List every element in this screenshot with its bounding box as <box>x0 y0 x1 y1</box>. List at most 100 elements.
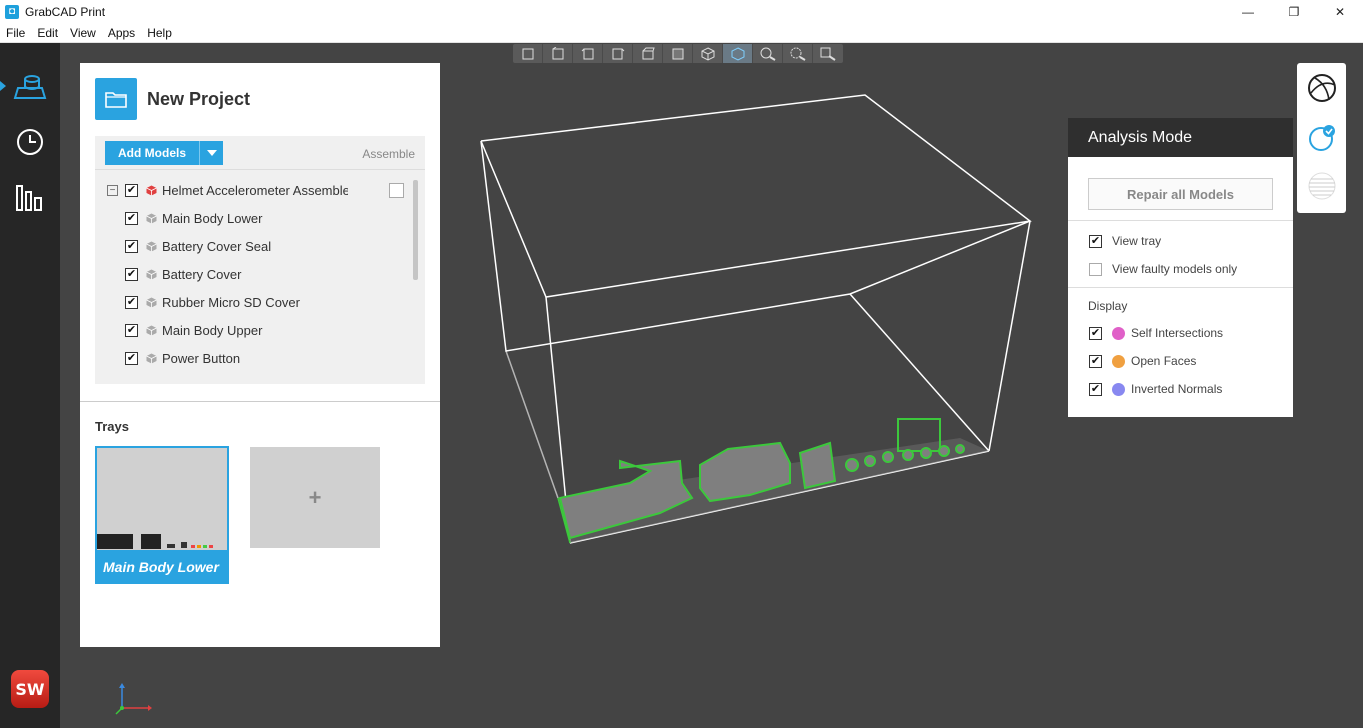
model-checkbox[interactable]: ✔ <box>125 211 138 225</box>
list-item[interactable]: ✔ Main Body Lower <box>95 204 413 232</box>
view-right-icon[interactable] <box>603 44 633 63</box>
view-front-icon[interactable] <box>513 44 543 63</box>
maximize-button[interactable]: ❐ <box>1271 0 1317 23</box>
view-tray-checkbox[interactable]: ✔ <box>1089 234 1102 248</box>
menu-bar: File Edit View Apps Help <box>0 23 1363 43</box>
tray-thumbnail-image <box>97 534 213 549</box>
assembly-select-checkbox[interactable] <box>389 183 404 198</box>
materials-sphere-icon[interactable] <box>1297 65 1346 111</box>
list-item[interactable]: ✔ Rubber Micro SD Cover <box>95 288 413 316</box>
analysis-title-text: Analysis Mode <box>1088 128 1193 146</box>
analysis-check-icon[interactable] <box>1297 115 1346 161</box>
trays-title: Trays <box>95 419 129 434</box>
minimize-button[interactable]: — <box>1225 0 1271 23</box>
open-faces-option[interactable]: ✔ Open Faces <box>1089 354 1196 368</box>
add-tray-button[interactable]: + <box>250 447 380 548</box>
assemble-button[interactable]: Assemble <box>362 147 415 161</box>
printer-tray-icon[interactable] <box>0 65 60 107</box>
view-iso-icon[interactable] <box>693 44 723 63</box>
title-bar: ◘ GrabCAD Print — ❐ ✕ <box>0 0 1363 23</box>
self-intersections-checkbox[interactable]: ✔ <box>1089 326 1102 340</box>
window-controls: — ❐ ✕ <box>1225 0 1363 23</box>
tray-label: Main Body Lower <box>103 559 219 575</box>
repair-all-models-button[interactable]: Repair all Models <box>1088 178 1273 210</box>
view-top-icon[interactable] <box>633 44 663 63</box>
open-faces-checkbox[interactable]: ✔ <box>1089 354 1102 368</box>
collapse-icon[interactable]: − <box>107 184 118 196</box>
model-cube-icon <box>146 269 157 279</box>
window-title: GrabCAD Print <box>25 4 106 19</box>
queue-bars-icon[interactable] <box>0 177 60 219</box>
analysis-divider <box>1068 287 1293 288</box>
list-item[interactable]: ✔ Battery Cover <box>95 260 413 288</box>
model-cube-icon <box>146 353 157 363</box>
inverted-normals-option[interactable]: ✔ Inverted Normals <box>1089 382 1222 396</box>
chevron-down-icon[interactable] <box>199 141 223 165</box>
project-title[interactable]: New Project <box>147 89 250 110</box>
view-faulty-label: View faulty models only <box>1112 262 1238 276</box>
view-perspective-icon[interactable] <box>723 44 753 63</box>
analysis-title: Analysis Mode <box>1068 118 1293 157</box>
assembly-row[interactable]: − ✔ Helmet Accelerometer Assemble <box>95 176 413 204</box>
model-checkbox[interactable]: ✔ <box>125 239 138 253</box>
model-checkbox[interactable]: ✔ <box>125 267 138 281</box>
model-checkbox[interactable]: ✔ <box>125 323 138 337</box>
inverted-normals-label: Inverted Normals <box>1131 382 1223 396</box>
menu-apps[interactable]: Apps <box>102 26 141 40</box>
model-battery-cover <box>798 441 837 490</box>
panel-divider <box>80 401 440 402</box>
models-list-box: Add Models Assemble − ✔ Helmet Accelerom… <box>95 136 425 384</box>
view-faulty-option[interactable]: View faulty models only <box>1089 262 1237 276</box>
view-back-icon[interactable] <box>543 44 573 63</box>
close-button[interactable]: ✕ <box>1317 0 1363 23</box>
model-checkbox[interactable]: ✔ <box>125 351 138 365</box>
view-faulty-checkbox[interactable] <box>1089 262 1102 276</box>
view-tray-option[interactable]: ✔ View tray <box>1089 234 1161 248</box>
tray-card[interactable]: Main Body Lower <box>95 446 229 584</box>
analysis-panel: Analysis Mode Repair all Models ✔ View t… <box>1068 118 1293 417</box>
view-bottom-icon[interactable] <box>663 44 693 63</box>
view-left-icon[interactable] <box>573 44 603 63</box>
inverted-normals-color-dot <box>1112 382 1125 396</box>
tray-thumbnail <box>97 448 227 550</box>
view-tray-label: View tray <box>1112 234 1162 248</box>
self-intersections-color-dot <box>1112 326 1125 340</box>
grabcad-app-icon: ◘ <box>5 4 19 19</box>
list-item[interactable]: ✔ Battery Cover Seal <box>95 232 413 260</box>
menu-edit[interactable]: Edit <box>31 26 64 40</box>
self-intersections-option[interactable]: ✔ Self Intersections <box>1089 326 1223 340</box>
zoom-fit-icon[interactable] <box>753 44 783 63</box>
add-models-label: Add Models <box>118 146 186 160</box>
project-header: New Project <box>95 78 250 120</box>
list-item[interactable]: ✔ Main Body Upper <box>95 316 413 344</box>
right-toolbar <box>1297 63 1346 213</box>
model-checkbox[interactable]: ✔ <box>125 295 138 309</box>
zoom-selection-icon[interactable] <box>783 44 813 63</box>
model-cube-icon <box>146 297 157 307</box>
model-name: Battery Cover Seal <box>162 238 272 254</box>
open-faces-label: Open Faces <box>1131 354 1197 368</box>
assembly-checkbox[interactable]: ✔ <box>125 183 138 197</box>
folder-icon <box>95 78 137 120</box>
model-name: Power Button <box>162 350 241 366</box>
slice-layers-icon[interactable] <box>1297 163 1346 209</box>
project-panel: New Project Add Models Assemble − ✔ Helm… <box>80 63 440 647</box>
zoom-area-icon[interactable] <box>813 44 843 63</box>
model-cube-icon <box>146 213 157 223</box>
axis-triad-icon <box>115 683 152 715</box>
list-item[interactable]: ✔ Power Button <box>95 344 413 372</box>
history-clock-icon[interactable] <box>0 121 60 163</box>
assembly-name: Helmet Accelerometer Assemble <box>162 182 348 198</box>
add-models-button[interactable]: Add Models <box>105 141 223 165</box>
analysis-divider <box>1068 220 1293 221</box>
model-name: Main Body Lower <box>162 210 263 226</box>
solidworks-logo[interactable]: SW <box>11 670 49 708</box>
assembly-cube-icon <box>146 185 157 195</box>
inverted-normals-checkbox[interactable]: ✔ <box>1089 382 1102 396</box>
model-name: Battery Cover <box>162 266 242 282</box>
sw-logo-text: SW <box>15 679 45 699</box>
menu-file[interactable]: File <box>0 26 31 40</box>
menu-view[interactable]: View <box>64 26 102 40</box>
models-scrollbar[interactable] <box>413 180 418 280</box>
menu-help[interactable]: Help <box>141 26 178 40</box>
